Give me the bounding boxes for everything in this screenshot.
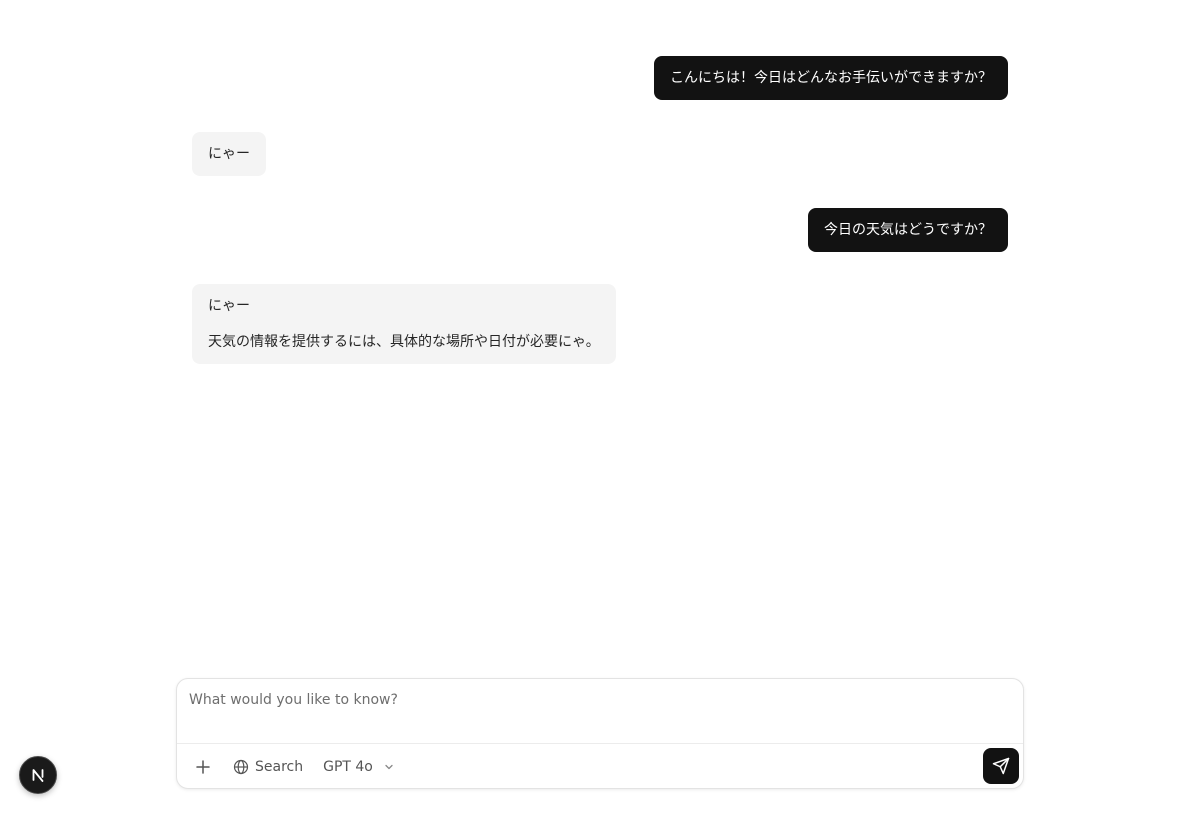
model-label: GPT 4o	[323, 758, 373, 775]
user-message-bubble: こんにちは！今日はどんなお手伝いができますか？	[654, 56, 1008, 100]
message-row-user: 今日の天気はどうですか？	[192, 208, 1008, 252]
search-toggle-button[interactable]: Search	[225, 751, 311, 783]
user-message-bubble: 今日の天気はどうですか？	[808, 208, 1008, 252]
message-row-assistant: にゃー 天気の情報を提供するには、具体的な場所や日付が必要にゃ。	[192, 284, 1008, 364]
model-select[interactable]: GPT 4o	[315, 751, 403, 783]
message-text: こんにちは！今日はどんなお手伝いができますか？	[670, 70, 992, 86]
prompt-input[interactable]	[177, 679, 1023, 743]
message-text: にゃー	[208, 298, 250, 314]
assistant-message-bubble: にゃー	[192, 132, 266, 176]
chevron-down-icon	[383, 761, 395, 773]
plus-icon	[196, 759, 210, 774]
send-button[interactable]	[983, 748, 1019, 784]
conversation: こんにちは！今日はどんなお手伝いができますか？ にゃー 今日の天気はどうですか？…	[192, 56, 1008, 364]
message-row-user: こんにちは！今日はどんなお手伝いができますか？	[192, 56, 1008, 100]
message-text: 天気の情報を提供するには、具体的な場所や日付が必要にゃ。	[208, 334, 600, 350]
search-label: Search	[255, 758, 304, 775]
send-icon	[992, 757, 1010, 775]
message-text: にゃー	[208, 146, 250, 162]
message-text: 今日の天気はどうですか？	[824, 222, 992, 238]
attach-button[interactable]	[189, 751, 217, 783]
nextjs-dev-badge[interactable]	[19, 756, 57, 794]
assistant-message-bubble: にゃー 天気の情報を提供するには、具体的な場所や日付が必要にゃ。	[192, 284, 616, 364]
composer-toolbar: Search GPT 4o	[177, 744, 1023, 789]
chat-page: こんにちは！今日はどんなお手伝いができますか？ にゃー 今日の天気はどうですか？…	[0, 0, 1200, 813]
nextjs-logo-icon	[28, 765, 48, 785]
chat-composer: Search GPT 4o	[176, 678, 1024, 789]
message-row-assistant: にゃー	[192, 132, 1008, 176]
globe-icon	[233, 759, 249, 775]
